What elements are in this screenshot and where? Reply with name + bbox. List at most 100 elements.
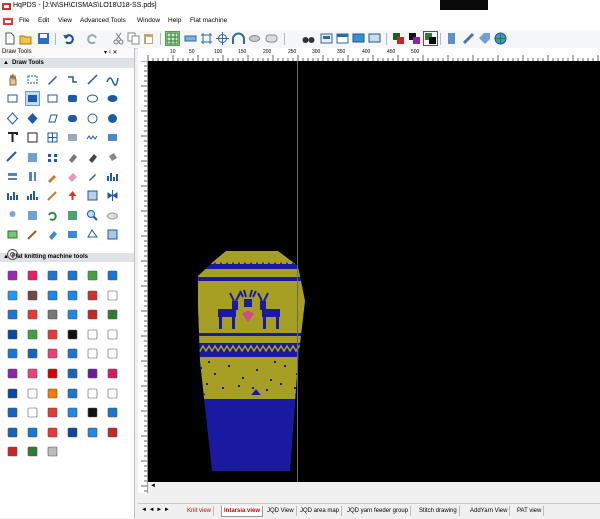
section-flat-knitting-tools[interactable]: ▲ Flat knitting machine tools <box>0 253 134 262</box>
fill-blue-icon[interactable] <box>46 228 59 241</box>
loop-icon[interactable] <box>6 308 19 321</box>
tool-icon[interactable] <box>26 387 39 400</box>
tool-icon[interactable] <box>66 387 79 400</box>
menu-window[interactable]: Window <box>137 17 160 24</box>
pin-icon[interactable] <box>6 209 19 222</box>
icj-icon[interactable] <box>106 387 119 400</box>
undo-icon[interactable] <box>62 32 75 45</box>
section-draw-tools[interactable]: ▲ Draw Tools <box>0 59 134 68</box>
orange-icon[interactable] <box>46 387 59 400</box>
arch-icon[interactable] <box>232 32 245 45</box>
image-icon[interactable] <box>6 228 19 241</box>
tool-icon[interactable] <box>86 347 99 360</box>
rounded-rect-icon[interactable] <box>265 32 278 45</box>
thread-icon[interactable] <box>6 347 19 360</box>
tab-stitch-drawing[interactable]: Stitch drawing <box>417 506 460 516</box>
tag-icon[interactable] <box>86 387 99 400</box>
knit-map-icon[interactable] <box>6 406 19 419</box>
fill-tool-icon[interactable] <box>66 151 79 164</box>
tile-icon[interactable] <box>106 228 119 241</box>
binoculars-icon[interactable] <box>302 32 315 45</box>
redo-icon[interactable] <box>86 32 99 45</box>
paste-icon[interactable] <box>142 32 155 45</box>
tool-icon[interactable] <box>46 426 59 439</box>
tab-jqd-yarn-feeder-group[interactable]: JQD yarn feeder group <box>345 506 412 516</box>
paint-blue-icon[interactable] <box>66 228 79 241</box>
tree-icon[interactable] <box>26 445 39 458</box>
horizontal-scrollbar[interactable]: ◄ <box>148 482 600 493</box>
racking-icon[interactable] <box>46 308 59 321</box>
green-bar-icon[interactable] <box>26 328 39 341</box>
text-box-icon[interactable] <box>26 131 39 144</box>
tool-icon[interactable] <box>86 269 99 282</box>
rounded-rect-icon[interactable] <box>66 92 79 105</box>
column-icon[interactable] <box>26 170 39 183</box>
mdi-app-icon[interactable] <box>3 17 13 26</box>
diamond-icon[interactable] <box>46 347 59 360</box>
bars-icon[interactable] <box>106 170 119 183</box>
pattern-fill-icon[interactable] <box>106 131 119 144</box>
color-swap-icon[interactable] <box>392 32 405 45</box>
target-icon[interactable] <box>6 248 19 261</box>
cloud-icon[interactable] <box>106 209 119 222</box>
cycle-icon[interactable] <box>106 308 119 321</box>
ruler-tool-icon[interactable] <box>6 150 19 164</box>
purple-tool-icon[interactable] <box>86 367 99 380</box>
array-icon[interactable] <box>46 151 59 164</box>
glove-design[interactable] <box>148 61 600 482</box>
diamond-outline-icon[interactable] <box>6 112 19 125</box>
ic-icon[interactable] <box>46 406 59 419</box>
purple-bar-icon[interactable] <box>6 367 19 380</box>
tool-icon[interactable] <box>26 426 39 439</box>
open-file-button[interactable] <box>19 32 32 45</box>
rotate-icon[interactable] <box>46 209 59 222</box>
tab-jqd-view[interactable]: JQD View <box>265 506 297 516</box>
layer-view-icon[interactable] <box>320 32 333 45</box>
dots-pattern-icon[interactable] <box>66 131 79 144</box>
panel-controls[interactable]: ▾ ♮ ✕ <box>104 49 118 56</box>
tab-addyarn-view[interactable]: AddYarn View <box>468 506 511 516</box>
tuck-icon[interactable] <box>26 289 39 302</box>
grid-icon[interactable] <box>165 31 180 46</box>
save-button[interactable] <box>37 32 50 45</box>
curve-icon[interactable] <box>106 73 119 86</box>
screen-icon[interactable] <box>368 32 381 45</box>
grid-pattern-icon[interactable] <box>46 131 59 144</box>
diamond-fill-icon[interactable] <box>26 112 39 125</box>
new-file-button[interactable] <box>3 32 16 45</box>
rect-outline-icon[interactable] <box>6 92 19 105</box>
menu-advanced-tools[interactable]: Advanced Tools <box>80 17 126 24</box>
tab-nav-arrows[interactable]: ◄ ◄ ► ► <box>141 507 170 513</box>
transfer-icon[interactable] <box>46 289 59 302</box>
thumbnail-icon[interactable] <box>6 387 19 400</box>
menu-file[interactable]: File <box>19 17 29 24</box>
polyline-icon[interactable] <box>66 73 79 86</box>
needle-icon[interactable] <box>86 308 99 321</box>
tag-icon[interactable] <box>478 32 491 45</box>
red-square-icon[interactable] <box>46 367 59 380</box>
eraser-icon[interactable] <box>66 170 79 183</box>
pink-bar-icon[interactable] <box>26 367 39 380</box>
circle-knit-icon[interactable] <box>46 445 59 458</box>
flip-icon[interactable] <box>66 209 79 222</box>
color-pair-icon[interactable] <box>408 32 421 45</box>
tool-icon[interactable] <box>106 269 119 282</box>
ring-icon[interactable] <box>106 367 119 380</box>
dimension-icon[interactable] <box>200 32 213 45</box>
heart-icon[interactable] <box>106 289 119 302</box>
cell-icon[interactable] <box>26 209 39 222</box>
tool-icon[interactable] <box>86 328 99 341</box>
palette-icon[interactable] <box>423 31 438 46</box>
magic-wand-icon[interactable] <box>46 189 59 202</box>
stitch-grid-icon[interactable] <box>26 308 39 321</box>
wand-icon[interactable] <box>26 228 39 241</box>
design-canvas[interactable] <box>148 61 600 482</box>
top-ruler[interactable]: 10 50 100 150 200 250 300 350 400 450 50… <box>138 48 600 62</box>
ellipse-fill-icon[interactable] <box>106 92 119 105</box>
tool-icon[interactable] <box>86 406 99 419</box>
ellipse-tool-icon[interactable] <box>248 32 261 45</box>
row-repeat-icon[interactable] <box>66 308 79 321</box>
text-list-icon[interactable] <box>26 406 39 419</box>
tab-pat-view[interactable]: PAT view <box>515 506 545 516</box>
cut-icon[interactable] <box>112 32 125 45</box>
